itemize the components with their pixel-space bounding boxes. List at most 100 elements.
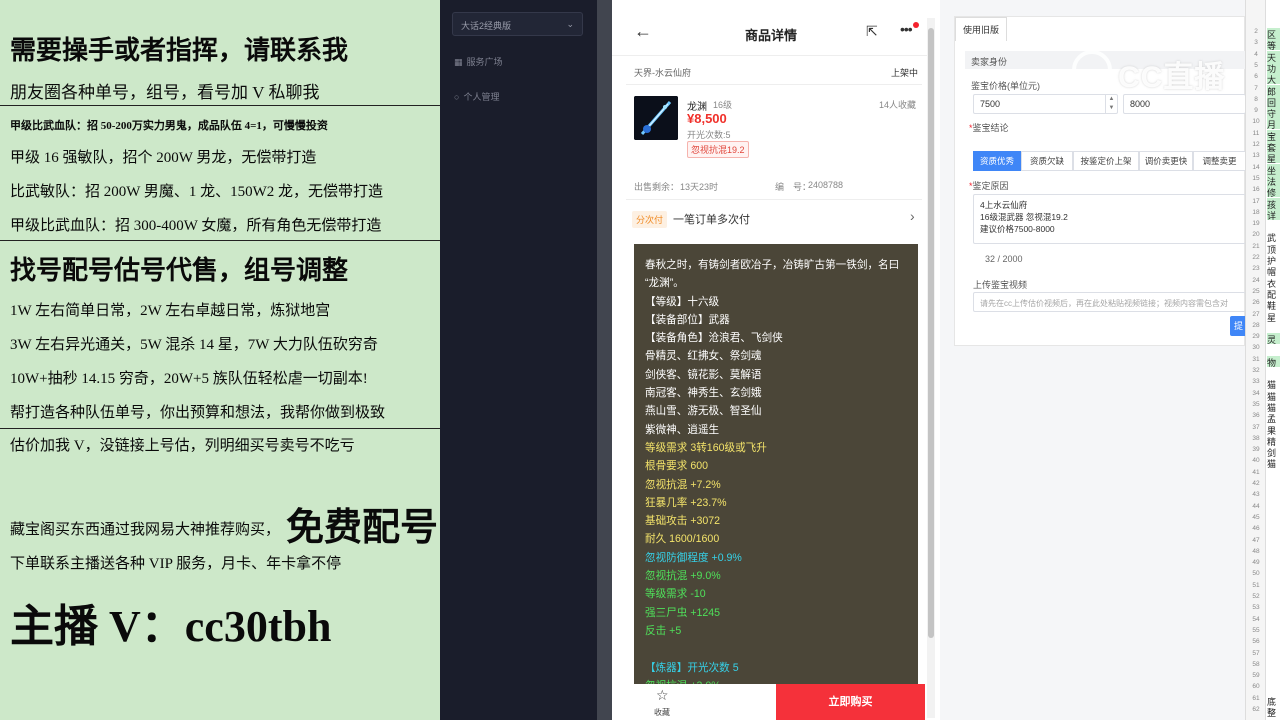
stepper-icon[interactable]: ▲ ▼ xyxy=(1105,95,1117,113)
row-number: 26 xyxy=(1252,299,1260,307)
sheet-cell[interactable] xyxy=(1267,661,1280,672)
sheet-cell[interactable] xyxy=(1267,537,1280,548)
sheet-cell[interactable]: 区 xyxy=(1267,28,1280,39)
sheet-cell[interactable] xyxy=(1267,559,1280,570)
promo-line: 甲级比武血队：招 50-200万实力男鬼，成品队伍 4=1，可慢慢投资 xyxy=(10,120,328,132)
more-icon[interactable]: ••• xyxy=(900,21,913,37)
sheet-cell[interactable] xyxy=(1267,548,1280,559)
sheet-cell[interactable] xyxy=(1267,480,1280,491)
sheet-cell[interactable]: 详 xyxy=(1267,208,1280,220)
installment-text[interactable]: 一笔订单多次付 xyxy=(673,211,750,227)
chevron-right-icon[interactable]: › xyxy=(910,208,915,224)
item-image[interactable] xyxy=(634,96,678,140)
sheet-cell[interactable] xyxy=(1267,322,1280,333)
sheet-cell[interactable]: 猫 xyxy=(1267,401,1280,412)
sheet-cell[interactable]: 灵 xyxy=(1267,333,1280,345)
row-number: 20 xyxy=(1252,231,1260,239)
sheet-cell[interactable] xyxy=(1267,525,1280,536)
sheet-cell[interactable]: 郎 xyxy=(1267,84,1280,96)
sheet-cell[interactable]: 配 xyxy=(1267,288,1280,299)
description-line: 【等级】十六级 xyxy=(645,295,720,308)
sheet-cell[interactable] xyxy=(1267,683,1280,694)
favorite-label[interactable]: 收藏 xyxy=(654,707,670,718)
sheet-cell[interactable]: 猫 xyxy=(1267,457,1280,468)
description-line: 狂暴几率 +23.7% xyxy=(645,496,727,509)
sheet-cell[interactable] xyxy=(1267,344,1280,355)
sheet-cell[interactable] xyxy=(1267,367,1280,378)
reason-textarea[interactable]: 4上水云仙府 16级混武器 忽视混19.2 建议价格7500-8000 xyxy=(973,194,1245,244)
divider xyxy=(612,55,930,56)
conclusion-option[interactable]: 资质欠缺 xyxy=(1021,151,1073,171)
description-line: 【炼器】开光次数 5 xyxy=(645,661,739,674)
sheet-cell[interactable]: 星 xyxy=(1267,152,1280,164)
sheet-cell[interactable]: 鞋 xyxy=(1267,299,1280,310)
sheet-cell[interactable]: 法 xyxy=(1267,174,1280,186)
sheet-cell[interactable] xyxy=(1267,469,1280,480)
sheet-cell[interactable]: 猫 xyxy=(1267,378,1280,389)
scrollbar-thumb[interactable] xyxy=(928,28,934,638)
conclusion-option[interactable]: 资质优秀 xyxy=(973,151,1021,171)
conclusion-option[interactable]: 调整卖更 xyxy=(1193,151,1245,171)
sheet-cell[interactable]: 坐 xyxy=(1267,163,1280,175)
sheet-cell[interactable] xyxy=(1267,570,1280,581)
sheet-cell[interactable]: 孩 xyxy=(1267,197,1280,209)
sheet-cell[interactable] xyxy=(1267,627,1280,638)
serial-label: 编 号： xyxy=(775,182,812,192)
sheet-cell[interactable]: 顶 xyxy=(1267,243,1280,254)
price-max-input[interactable]: 8000 xyxy=(1123,94,1245,114)
sheet-cell[interactable]: 衣 xyxy=(1267,277,1280,288)
video-link-input[interactable]: 请先在cc上传估价视频后，再在此处粘贴视频链接；视频内容需包含对 xyxy=(973,292,1245,312)
row-number: 54 xyxy=(1252,615,1260,623)
sheet-cell[interactable] xyxy=(1267,503,1280,514)
sheet-cell[interactable]: 宝 xyxy=(1267,129,1280,141)
sheet-cell[interactable]: 修 xyxy=(1267,186,1280,198)
conclusion-option[interactable]: 按鉴定价上架 xyxy=(1073,151,1139,171)
sheet-cell[interactable]: 猫 xyxy=(1267,390,1280,401)
sheet-cell[interactable]: 护 xyxy=(1267,254,1280,265)
conclusion-option[interactable]: 调价卖更快 xyxy=(1139,151,1193,171)
sheet-cell[interactable]: 整 xyxy=(1267,706,1280,717)
sheet-cell[interactable] xyxy=(1267,220,1280,231)
sheet-cell[interactable]: 功 xyxy=(1267,61,1280,73)
sheet-cell[interactable]: 大 xyxy=(1267,73,1280,85)
sheet-cell[interactable]: 回 xyxy=(1267,95,1280,107)
price-min-input[interactable]: 7500 ▲ ▼ xyxy=(973,94,1118,114)
scrollbar[interactable] xyxy=(927,18,935,718)
submit-button[interactable]: 提 xyxy=(1230,316,1245,336)
sheet-cell[interactable]: 月 xyxy=(1267,118,1280,130)
sheet-cell[interactable] xyxy=(1267,638,1280,649)
tab-legacy-version[interactable]: 使用旧版 xyxy=(955,17,1007,41)
sheet-cell[interactable]: 星 xyxy=(1267,311,1280,322)
sheet-cell[interactable]: 套 xyxy=(1267,141,1280,152)
sheet-cell[interactable]: 剑 xyxy=(1267,446,1280,457)
sheet-cell[interactable]: 果 xyxy=(1267,424,1280,435)
sheet-cell[interactable] xyxy=(1267,672,1280,683)
sheet-cell[interactable]: 精 xyxy=(1267,435,1280,446)
version-select[interactable]: 大话2经典版 ⌄ xyxy=(452,12,583,36)
page-title: 商品详情 xyxy=(744,28,797,43)
nav-item-service-plaza[interactable]: ▦ 服务广场 xyxy=(454,55,503,68)
sheet-cell[interactable]: 等 xyxy=(1267,39,1280,51)
description-line: 燕山雪、游无极、智圣仙 xyxy=(645,405,762,418)
sheet-cell[interactable]: 守 xyxy=(1267,107,1280,119)
star-icon[interactable]: ☆ xyxy=(656,687,669,704)
buy-now-button[interactable]: 立即购买 xyxy=(776,684,925,720)
sheet-cell[interactable]: 武 xyxy=(1267,231,1280,242)
nav-item-personal[interactable]: ○ 个人管理 xyxy=(454,90,499,103)
description-line: 南冠客、神秀生、玄剑娥 xyxy=(645,387,762,400)
sheet-cell[interactable]: 天 xyxy=(1267,50,1280,62)
sheet-cell[interactable] xyxy=(1267,514,1280,525)
sheet-cell[interactable] xyxy=(1267,491,1280,502)
sheet-cell[interactable] xyxy=(1267,604,1280,615)
sheet-cell[interactable]: 孟 xyxy=(1267,412,1280,423)
open-count: 开光次数:5 xyxy=(687,130,731,140)
sheet-cell[interactable]: 底 xyxy=(1267,695,1280,706)
sheet-cell[interactable] xyxy=(1267,582,1280,593)
sheet-cell[interactable]: 物 xyxy=(1267,355,1280,367)
cc-logo-icon xyxy=(1072,50,1112,90)
sheet-cell[interactable] xyxy=(1267,650,1280,661)
sheet-cell[interactable]: 帽 xyxy=(1267,265,1280,276)
sheet-cell[interactable] xyxy=(1267,616,1280,627)
sheet-cell[interactable] xyxy=(1267,593,1280,604)
share-icon[interactable]: ⇱ xyxy=(866,23,878,40)
